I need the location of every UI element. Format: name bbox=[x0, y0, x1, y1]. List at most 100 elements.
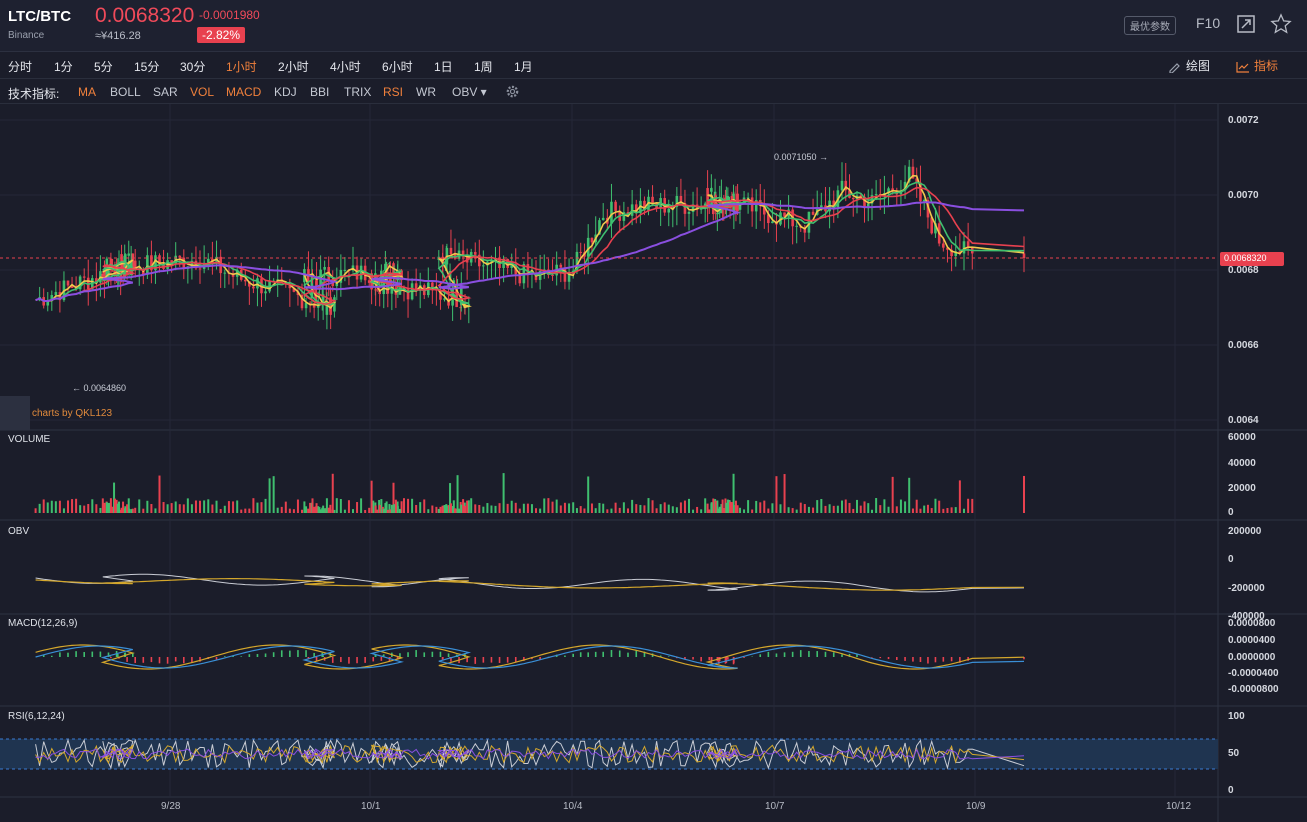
chart-area[interactable] bbox=[0, 104, 1307, 822]
star-icon[interactable] bbox=[1270, 13, 1292, 35]
macd-histogram-bar bbox=[841, 654, 843, 657]
tf-30m[interactable]: 30分 bbox=[180, 58, 205, 75]
indicator-obv[interactable]: OBV ▾ bbox=[452, 85, 487, 99]
volume-bar bbox=[494, 505, 497, 513]
volume-bar bbox=[522, 503, 525, 513]
tf-1w[interactable]: 1周 bbox=[474, 58, 493, 75]
macd-histogram-bar bbox=[75, 651, 77, 657]
volume-bar bbox=[743, 509, 746, 513]
indicator-trix[interactable]: TRIX bbox=[344, 85, 371, 99]
candle-body bbox=[54, 292, 58, 296]
tf-1m[interactable]: 1分 bbox=[54, 58, 73, 75]
date-tick: 10/12 bbox=[1166, 801, 1192, 812]
tf-15m[interactable]: 15分 bbox=[134, 58, 159, 75]
volume-bar bbox=[598, 502, 601, 513]
tf-1d[interactable]: 1日 bbox=[434, 58, 453, 75]
tf-1mo[interactable]: 1月 bbox=[514, 58, 533, 75]
volume-bar bbox=[679, 502, 682, 513]
volume-bar bbox=[162, 502, 165, 513]
macd-histogram-bar bbox=[490, 657, 493, 663]
macd-histogram-bar bbox=[618, 650, 621, 657]
indicator-sar[interactable]: SAR bbox=[153, 85, 178, 99]
macd-histogram-bar bbox=[904, 657, 906, 661]
volume-bar bbox=[154, 508, 157, 513]
price-change-pct-badge: -2.82% bbox=[197, 27, 246, 43]
volume-bar bbox=[323, 508, 326, 513]
candle-body bbox=[374, 289, 377, 291]
tf-1h[interactable]: 1小时 bbox=[226, 58, 257, 75]
date-tick: 10/1 bbox=[361, 801, 381, 812]
macd-histogram-bar bbox=[564, 655, 566, 657]
volume-bar bbox=[631, 499, 634, 513]
gear-icon[interactable] bbox=[505, 84, 520, 99]
volume-bar bbox=[643, 505, 646, 513]
volume-bar bbox=[779, 504, 782, 513]
volume-bar bbox=[423, 499, 426, 513]
volume-bar bbox=[518, 508, 521, 513]
macd-histogram-bar bbox=[919, 657, 922, 663]
exchange-name: Binance bbox=[8, 30, 45, 41]
volume-bar bbox=[751, 509, 754, 513]
macd-histogram-bar bbox=[912, 657, 914, 662]
volume-bar bbox=[795, 509, 798, 513]
macd-histogram-bar bbox=[579, 652, 582, 657]
macd-histogram-bar bbox=[950, 657, 953, 662]
volume-bar bbox=[256, 502, 259, 513]
tf-6h[interactable]: 6小时 bbox=[382, 58, 413, 75]
tf-2h[interactable]: 2小时 bbox=[278, 58, 309, 75]
macd-histogram-bar bbox=[372, 657, 375, 662]
draw-tool-button[interactable]: 绘图 bbox=[1168, 57, 1210, 74]
volume-bar bbox=[319, 509, 322, 513]
candle-body bbox=[966, 241, 970, 247]
indicator-macd[interactable]: MACD bbox=[226, 85, 261, 99]
volume-bar bbox=[458, 508, 461, 513]
indicator-vol[interactable]: VOL bbox=[190, 85, 214, 99]
candle-body bbox=[82, 276, 86, 278]
ma-line-mid bbox=[35, 181, 1025, 306]
indicator-button[interactable]: 指标 bbox=[1236, 57, 1278, 74]
optimal-params-button[interactable]: 最优参数 bbox=[1124, 16, 1176, 35]
macd-histogram-bar bbox=[635, 650, 638, 657]
volume-bar bbox=[470, 498, 473, 513]
indicator-ma[interactable]: MA bbox=[78, 85, 96, 99]
volume-bar bbox=[166, 504, 169, 513]
macd-histogram-bar bbox=[808, 651, 810, 657]
candle-body bbox=[579, 251, 582, 253]
volume-bar bbox=[126, 504, 129, 513]
f10-button[interactable]: F10 bbox=[1196, 15, 1220, 31]
volume-bar bbox=[883, 499, 886, 513]
macd-histogram-bar bbox=[126, 657, 128, 662]
candle-body bbox=[795, 225, 798, 227]
volume-bar bbox=[587, 476, 590, 513]
obv-line bbox=[35, 573, 1025, 593]
volume-bar bbox=[942, 508, 945, 513]
macd-histogram-bar bbox=[824, 651, 827, 657]
tf-4h[interactable]: 4小时 bbox=[330, 58, 361, 75]
indicator-wr[interactable]: WR bbox=[416, 85, 436, 99]
macd-histogram-bar bbox=[447, 653, 450, 657]
indicator-bbi[interactable]: BBI bbox=[310, 85, 329, 99]
indicator-boll[interactable]: BOLL bbox=[110, 85, 141, 99]
macd-axis-label: -0.0000400 bbox=[1228, 668, 1279, 679]
indicator-kdj[interactable]: KDJ bbox=[274, 85, 297, 99]
expand-icon[interactable] bbox=[1236, 14, 1256, 34]
tf-5m[interactable]: 5分 bbox=[94, 58, 113, 75]
candle-body bbox=[614, 201, 617, 211]
macd-histogram-bar bbox=[174, 657, 177, 662]
volume-axis-label: 40000 bbox=[1228, 458, 1256, 469]
indicator-rsi[interactable]: RSI bbox=[383, 85, 403, 99]
macd-histogram-bar bbox=[399, 653, 401, 657]
volume-bar bbox=[449, 503, 452, 513]
volume-bar bbox=[54, 501, 57, 513]
volume-bar bbox=[747, 500, 750, 513]
draw-tool-label: 绘图 bbox=[1186, 59, 1211, 73]
macd-axis-label: -0.0000800 bbox=[1228, 684, 1279, 695]
candle-body bbox=[1022, 253, 1026, 258]
macd-histogram-bar bbox=[331, 657, 334, 663]
macd-histogram-bar bbox=[183, 657, 185, 664]
macd-histogram-bar bbox=[407, 652, 409, 657]
tf-fenshi[interactable]: 分时 bbox=[8, 58, 32, 75]
macd-histogram-bar bbox=[783, 652, 786, 657]
ticker-header: LTC/BTC Binance 0.0068320 ≈¥416.28 -0.00… bbox=[0, 0, 1307, 52]
volume-bar bbox=[311, 498, 314, 513]
